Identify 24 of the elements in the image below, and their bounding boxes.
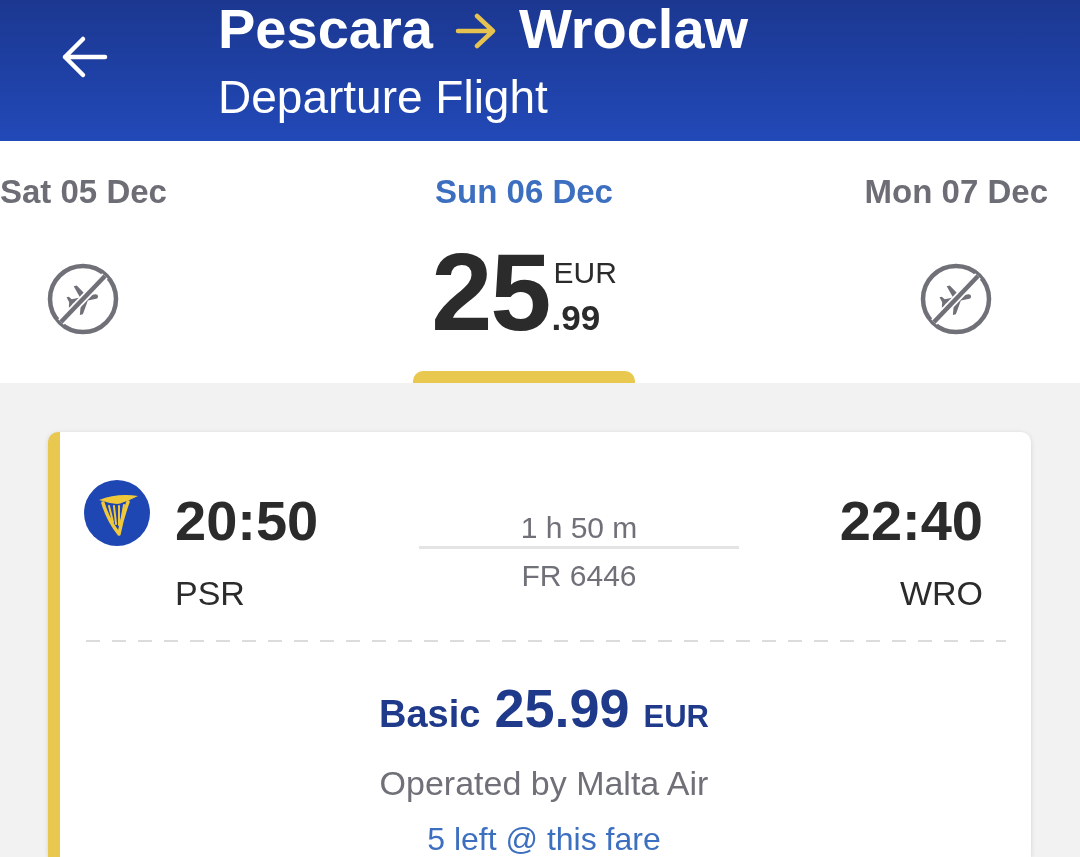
flight-card[interactable]: 20:50 PSR 1 h 50 m FR 6446 22:40 WRO Basic 25.99 EUR Operated by Malta Air 5 left @ this fare: [48, 432, 1031, 857]
date-tab[interactable]: Sun 06 Dec: [435, 172, 613, 212]
arrow-right-icon: [454, 12, 497, 49]
route-destination: Wroclaw: [518, 0, 749, 57]
harp-logo-icon: [84, 480, 150, 546]
flight-number: FR 6446: [521, 559, 637, 593]
plane-crossed-out-icon: [47, 263, 120, 335]
plane-crossed-out-icon: [920, 263, 993, 335]
flight-duration: 1 h 50 m: [520, 511, 638, 545]
departure-time: 20:50: [175, 493, 319, 549]
arrival-airport: WRO: [899, 576, 983, 610]
fare-currency: EUR: [643, 699, 709, 735]
fare-name: Basic: [379, 693, 481, 736]
operator-text: Operated by Malta Air: [379, 763, 709, 803]
route-origin: Pescara: [218, 0, 433, 57]
price-currency: EUR: [553, 258, 617, 288]
date-tab[interactable]: Mon 07 Dec: [864, 172, 1048, 212]
price-cents: .99: [551, 300, 601, 335]
arrival-time: 22:40: [839, 493, 983, 549]
departure-airport: PSR: [175, 576, 245, 610]
date-tab[interactable]: Sat 05 Dec: [0, 172, 167, 212]
seats-left-text: 5 left @ this fare: [427, 821, 661, 857]
price-amount: 25: [431, 237, 550, 347]
fare-price: 25.99: [494, 681, 630, 735]
